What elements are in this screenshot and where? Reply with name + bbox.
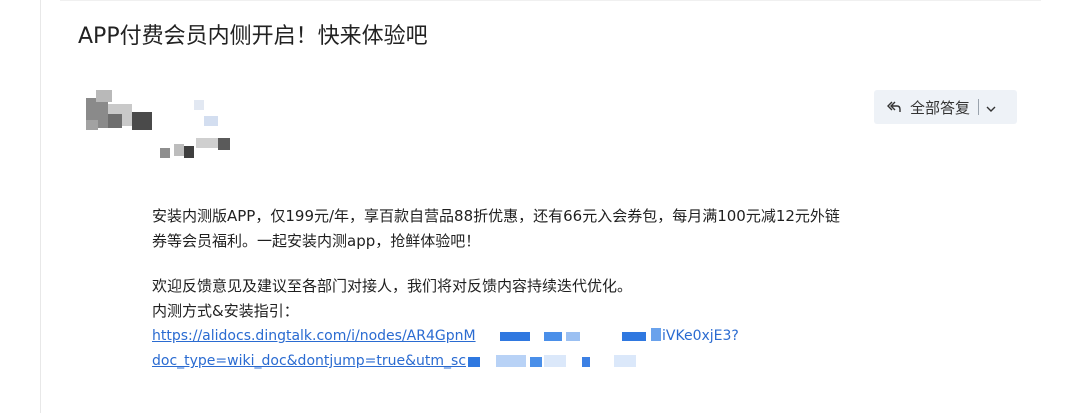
body-paragraph-line: 安装内测版APP，仅199元/年，享百款自营品88折优惠，还有66元入会券包，每… bbox=[152, 207, 840, 225]
reply-divider bbox=[978, 99, 980, 115]
link-text-end[interactable]: iVKe0xjE3? bbox=[662, 324, 739, 349]
email-body: 安装内测版APP，仅199元/年，享百款自营品88折优惠，还有66元入会券包，每… bbox=[152, 204, 1032, 374]
body-paragraph-line: 券等会员福利。一起安装内测app，抢鲜体验吧！ bbox=[152, 232, 481, 250]
header-divider bbox=[60, 0, 1041, 1]
reading-pane-border bbox=[40, 0, 41, 413]
install-guide-link-continued[interactable]: doc_type=wiki_doc&dontjump=true&utm_sc bbox=[152, 349, 1032, 374]
reply-all-label: 全部答复 bbox=[910, 98, 971, 117]
sender-name-redacted bbox=[160, 100, 240, 160]
email-subject: APP付费会员内侧开启！快来体验吧 bbox=[78, 24, 428, 49]
install-guide-link[interactable]: https://alidocs.dingtalk.com/i/nodes/AR4… bbox=[152, 324, 1032, 349]
chevron-down-icon[interactable] bbox=[985, 101, 997, 113]
reply-all-icon bbox=[886, 99, 902, 115]
link-text-start-2[interactable]: doc_type=wiki_doc&dontjump=true&utm_sc bbox=[152, 353, 466, 369]
sender-avatar[interactable] bbox=[86, 90, 152, 136]
reply-all-button[interactable]: 全部答复 bbox=[874, 90, 1017, 124]
link-text-start[interactable]: https://alidocs.dingtalk.com/i/nodes/AR4… bbox=[152, 328, 476, 344]
feedback-paragraph: 欢迎反馈意见及建议至各部门对接人，我们将对反馈内容持续迭代优化。 bbox=[152, 277, 633, 295]
install-guide-label: 内测方式&安装指引： bbox=[152, 302, 299, 320]
